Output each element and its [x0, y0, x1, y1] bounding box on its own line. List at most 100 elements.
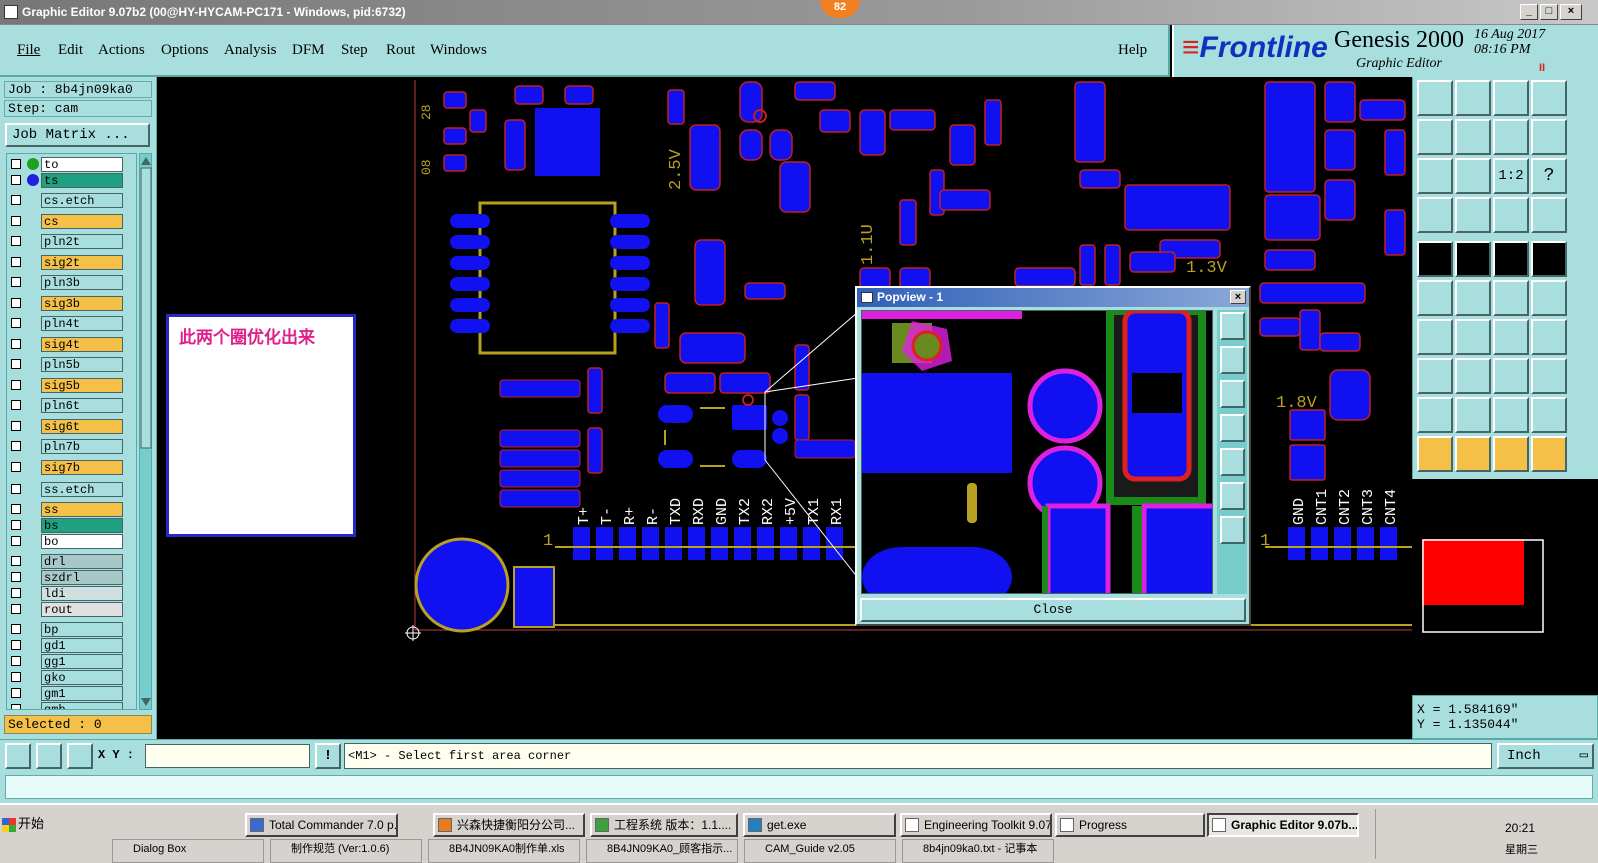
layer-checkbox[interactable]: [11, 462, 21, 472]
layer-name[interactable]: drl: [41, 554, 123, 569]
layer-color-dot-icon[interactable]: [27, 158, 39, 170]
layer-checkbox[interactable]: [11, 400, 21, 410]
line-add-icon[interactable]: [1493, 280, 1529, 316]
layer-row[interactable]: bs: [7, 517, 136, 534]
cross-icon[interactable]: [1455, 280, 1491, 316]
layer-row[interactable]: pln6t: [7, 397, 136, 414]
zoom-fit-icon[interactable]: [1455, 158, 1491, 194]
minimize-button[interactable]: _: [1520, 4, 1538, 20]
layer-row[interactable]: ldi: [7, 585, 136, 602]
pan-left-icon[interactable]: [1417, 119, 1453, 155]
layer-checkbox[interactable]: [11, 216, 21, 226]
popview-zoom-out-icon[interactable]: [1220, 516, 1245, 544]
home-icon[interactable]: [1417, 80, 1453, 116]
quicklaunch-icon[interactable]: [115, 813, 135, 837]
layer-checkbox[interactable]: [11, 624, 21, 634]
menu-actions[interactable]: Actions: [98, 42, 145, 59]
grid-toggle-icon[interactable]: [67, 743, 93, 769]
layer-checkbox[interactable]: [11, 298, 21, 308]
layer-row[interactable]: sig3b: [7, 295, 136, 312]
help-icon[interactable]: ?: [1531, 158, 1567, 194]
task-engineering-toolkit[interactable]: Engineering Toolkit 9.07...: [900, 813, 1052, 837]
popview-pan-left-icon[interactable]: [1220, 414, 1245, 442]
layer-name[interactable]: gg1: [41, 654, 123, 669]
triangle-outline-icon[interactable]: [1455, 397, 1491, 433]
layer-name[interactable]: pln5b: [41, 357, 123, 372]
task-company[interactable]: 兴森快捷衡阳分公司...: [433, 813, 585, 837]
layer-checkbox[interactable]: [11, 704, 21, 709]
layer-checkbox[interactable]: [11, 175, 21, 185]
pan-right-icon[interactable]: [1455, 119, 1491, 155]
zoom-area-icon[interactable]: [5, 743, 31, 769]
font-icon[interactable]: [1531, 319, 1567, 355]
layer-name[interactable]: gd1: [41, 638, 123, 653]
layer-checkbox[interactable]: [11, 441, 21, 451]
layer-name[interactable]: pln4t: [41, 316, 123, 331]
popview-pan-right-icon[interactable]: [1220, 448, 1245, 476]
layer-name[interactable]: bp: [41, 622, 123, 637]
layer-row[interactable]: gg1: [7, 653, 136, 670]
layer-name[interactable]: ss: [41, 502, 123, 517]
task-customer[interactable]: 8B4JN09KA0_顾客指示...: [586, 839, 738, 863]
layer-row[interactable]: pln2t: [7, 233, 136, 250]
layer-checkbox[interactable]: [11, 277, 21, 287]
ruler-icon[interactable]: [1493, 241, 1529, 277]
layer-name[interactable]: cs: [41, 214, 123, 229]
task-progress[interactable]: Progress: [1055, 813, 1205, 837]
select-box-icon[interactable]: [1455, 436, 1491, 472]
layer-checkbox[interactable]: [11, 688, 21, 698]
layer-name[interactable]: bo: [41, 534, 123, 549]
layer-row[interactable]: sig6t: [7, 418, 136, 435]
arc-icon[interactable]: [1493, 319, 1529, 355]
layer-row[interactable]: ss: [7, 501, 136, 518]
layer-name[interactable]: pln3b: [41, 275, 123, 290]
layer-list-scrollbar[interactable]: [139, 153, 152, 710]
layer-name[interactable]: pln6t: [41, 398, 123, 413]
layers-icon[interactable]: [1417, 197, 1453, 233]
job-matrix-button[interactable]: Job Matrix ...: [5, 123, 150, 147]
layer-checkbox[interactable]: [11, 359, 21, 369]
layer-row[interactable]: ts: [7, 172, 136, 189]
layer-row[interactable]: gd1: [7, 637, 136, 654]
netlist-icon[interactable]: [1493, 197, 1529, 233]
zoom-home-icon[interactable]: [1455, 80, 1491, 116]
layer-name[interactable]: to: [41, 157, 123, 172]
layer-name[interactable]: gm1: [41, 686, 123, 701]
select-arrow-icon[interactable]: [1417, 436, 1453, 472]
layer-name[interactable]: sig3b: [41, 296, 123, 311]
layer-name[interactable]: rout: [41, 602, 123, 617]
task-spec[interactable]: 制作规范 (Ver:1.0.6): [270, 839, 422, 863]
layer-row[interactable]: szdrl: [7, 569, 136, 586]
select-touch-icon[interactable]: [1493, 436, 1529, 472]
layer-row[interactable]: sig2t: [7, 254, 136, 271]
bang-button[interactable]: !: [315, 743, 341, 769]
menu-rout[interactable]: Rout: [386, 42, 415, 59]
clock[interactable]: 20:21 星期三: [1505, 821, 1538, 857]
layer-checkbox[interactable]: [11, 484, 21, 494]
layer-row[interactable]: rout: [7, 601, 136, 618]
menu-edit[interactable]: Edit: [58, 42, 83, 59]
task-xls[interactable]: 8B4JN09KA0制作单.xls: [428, 839, 580, 863]
menu-windows[interactable]: Windows: [430, 42, 487, 59]
layer-name[interactable]: ss.etch: [41, 482, 123, 497]
group-icon[interactable]: [1531, 358, 1567, 394]
layer-name[interactable]: sig6t: [41, 419, 123, 434]
xy-input[interactable]: [145, 744, 310, 768]
layer-name[interactable]: sig7b: [41, 460, 123, 475]
popview-close-button[interactable]: ×: [1230, 290, 1246, 304]
start-button[interactable]: 开始: [0, 813, 50, 837]
triangle-icon[interactable]: [1417, 397, 1453, 433]
layer-name[interactable]: sig5b: [41, 378, 123, 393]
layer-name[interactable]: pln7b: [41, 439, 123, 454]
layer-row[interactable]: pln7b: [7, 438, 136, 455]
layer-row[interactable]: bo: [7, 533, 136, 550]
maximize-button[interactable]: □: [1540, 4, 1558, 20]
layer-checkbox[interactable]: [11, 195, 21, 205]
layer-checkbox[interactable]: [11, 572, 21, 582]
popview-zoom-in-icon[interactable]: [1220, 312, 1245, 340]
layer-checkbox[interactable]: [11, 318, 21, 328]
resize-icon[interactable]: [1493, 358, 1529, 394]
layer-checkbox[interactable]: [11, 236, 21, 246]
layer-row[interactable]: gm1: [7, 685, 136, 702]
task-get-exe[interactable]: get.exe: [743, 813, 896, 837]
